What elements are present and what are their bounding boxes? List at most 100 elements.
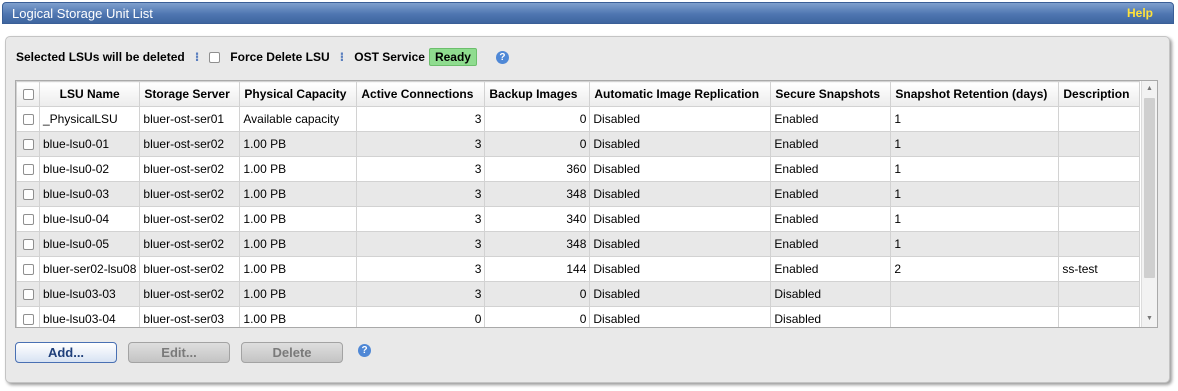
- secure-snapshots-cell: Enabled: [770, 256, 892, 282]
- help-link[interactable]: Help: [1127, 6, 1153, 20]
- snapshot-retention-cell: [890, 306, 1060, 327]
- select-all-header[interactable]: [16, 81, 40, 107]
- active-connections-cell: 3: [356, 281, 486, 307]
- table-row[interactable]: blue-lsu0-05 bluer-ost-ser02 1.00 PB 3 348 Di…: [16, 231, 1141, 257]
- table-row[interactable]: blue-lsu0-03 bluer-ost-ser02 1.00 PB 3 348 Di…: [16, 181, 1141, 207]
- secure-snapshots-cell: Enabled: [770, 231, 892, 257]
- triangle-up-icon[interactable]: ▲: [1142, 81, 1157, 97]
- storage-server-cell: bluer-ost-ser02: [139, 131, 241, 157]
- column-header-physical-capacity[interactable]: Physical Capacity: [239, 81, 358, 107]
- snapshot-retention-cell: [890, 281, 1060, 307]
- backup-images-cell: 360: [484, 156, 591, 182]
- question-mark-icon[interactable]: ?: [495, 50, 509, 64]
- description-cell: [1058, 206, 1141, 232]
- row-checkbox[interactable]: [22, 314, 34, 326]
- backup-images-cell: 0: [484, 106, 591, 132]
- column-header-lsu-name[interactable]: LSU Name: [38, 81, 141, 107]
- storage-server-cell: bluer-ost-ser02: [139, 256, 241, 282]
- triangle-down-icon[interactable]: ▼: [1142, 311, 1157, 327]
- row-select-cell[interactable]: [16, 281, 40, 307]
- select-all-checkbox[interactable]: [22, 89, 34, 101]
- secure-snapshots-cell: Disabled: [770, 281, 892, 307]
- row-checkbox[interactable]: [22, 189, 34, 201]
- column-header-secure-snapshots[interactable]: Secure Snapshots: [770, 81, 892, 107]
- column-header-storage-server[interactable]: Storage Server: [139, 81, 241, 107]
- physical-capacity-cell: 1.00 PB: [239, 156, 358, 182]
- column-header-active-connections[interactable]: Active Connections: [356, 81, 486, 107]
- physical-capacity-cell: Available capacity: [239, 106, 358, 132]
- description-cell: [1058, 231, 1141, 257]
- backup-images-cell: 348: [484, 231, 591, 257]
- row-checkbox[interactable]: [22, 214, 34, 226]
- storage-server-cell: bluer-ost-ser02: [139, 206, 241, 232]
- scrollbar-thumb[interactable]: [1144, 98, 1155, 278]
- column-header-description[interactable]: Description: [1058, 81, 1141, 107]
- physical-capacity-cell: 1.00 PB: [239, 306, 358, 327]
- backup-images-cell: 0: [484, 131, 591, 157]
- column-header-image-replication[interactable]: Automatic Image Replication: [589, 81, 772, 107]
- lsu-table: LSU Name Storage Server Physical Capacit…: [16, 81, 1141, 327]
- row-select-cell[interactable]: [16, 306, 40, 327]
- physical-capacity-cell: 1.00 PB: [239, 231, 358, 257]
- backup-images-cell: 144: [484, 256, 591, 282]
- backup-images-cell: 340: [484, 206, 591, 232]
- row-checkbox[interactable]: [22, 114, 34, 126]
- table-row[interactable]: blue-lsu0-04 bluer-ost-ser02 1.00 PB 3 340 Di…: [16, 206, 1141, 232]
- lsu-table-container: LSU Name Storage Server Physical Capacit…: [15, 80, 1158, 328]
- table-row[interactable]: blue-lsu03-04 bluer-ost-ser03 1.00 PB 0 0 Dis…: [16, 306, 1141, 327]
- storage-server-cell: bluer-ost-ser03: [139, 306, 241, 327]
- force-delete-label: Force Delete LSU: [230, 50, 330, 64]
- question-mark-icon[interactable]: ?: [358, 344, 371, 357]
- active-connections-cell: 3: [356, 106, 486, 132]
- edit-button[interactable]: Edit...: [128, 342, 230, 363]
- snapshot-retention-cell: 1: [890, 181, 1060, 207]
- lsu-name-cell: blue-lsu0-05: [38, 231, 141, 257]
- row-checkbox[interactable]: [22, 289, 34, 301]
- ost-service-label: OST Service: [354, 50, 425, 64]
- table-row[interactable]: blue-lsu0-02 bluer-ost-ser02 1.00 PB 3 360 Di…: [16, 156, 1141, 182]
- row-checkbox[interactable]: [22, 139, 34, 151]
- backup-images-cell: 0: [484, 281, 591, 307]
- separator-icon: ⁝: [194, 50, 199, 64]
- physical-capacity-cell: 1.00 PB: [239, 281, 358, 307]
- delete-button[interactable]: Delete: [241, 342, 343, 363]
- secure-snapshots-cell: Enabled: [770, 181, 892, 207]
- force-delete-checkbox[interactable]: [209, 51, 221, 63]
- image-replication-cell: Disabled: [589, 156, 772, 182]
- row-select-cell[interactable]: [16, 256, 40, 282]
- image-replication-cell: Disabled: [589, 281, 772, 307]
- backup-images-cell: 348: [484, 181, 591, 207]
- lsu-name-cell: blue-lsu0-01: [38, 131, 141, 157]
- snapshot-retention-cell: 1: [890, 231, 1060, 257]
- row-checkbox[interactable]: [22, 164, 34, 176]
- row-select-cell[interactable]: [16, 181, 40, 207]
- add-button[interactable]: Add...: [15, 342, 117, 363]
- image-replication-cell: Disabled: [589, 256, 772, 282]
- table-row[interactable]: blue-lsu0-01 bluer-ost-ser02 1.00 PB 3 0 Disa…: [16, 131, 1141, 157]
- row-select-cell[interactable]: [16, 106, 40, 132]
- table-row[interactable]: blue-lsu03-03 bluer-ost-ser02 1.00 PB 3 0 Dis…: [16, 281, 1141, 307]
- column-header-backup-images[interactable]: Backup Images: [484, 81, 591, 107]
- physical-capacity-cell: 1.00 PB: [239, 131, 358, 157]
- vertical-scrollbar[interactable]: ▲ ▼: [1141, 81, 1157, 327]
- image-replication-cell: Disabled: [589, 181, 772, 207]
- lsu-name-cell: blue-lsu0-03: [38, 181, 141, 207]
- secure-snapshots-cell: Enabled: [770, 106, 892, 132]
- row-select-cell[interactable]: [16, 206, 40, 232]
- table-row[interactable]: bluer-ser02-lsu08 bluer-ost-ser02 1.00 PB 3…: [16, 256, 1141, 282]
- row-checkbox[interactable]: [22, 264, 34, 276]
- active-connections-cell: 3: [356, 156, 486, 182]
- row-select-cell[interactable]: [16, 156, 40, 182]
- image-replication-cell: Disabled: [589, 131, 772, 157]
- table-row[interactable]: _PhysicalLSU bluer-ost-ser01 Available cap…: [16, 106, 1141, 132]
- image-replication-cell: Disabled: [589, 231, 772, 257]
- active-connections-cell: 3: [356, 256, 486, 282]
- row-select-cell[interactable]: [16, 131, 40, 157]
- backup-images-cell: 0: [484, 306, 591, 327]
- secure-snapshots-cell: Enabled: [770, 206, 892, 232]
- row-checkbox[interactable]: [22, 239, 34, 251]
- selected-lsus-note: Selected LSUs will be deleted: [16, 50, 185, 64]
- snapshot-retention-cell: 1: [890, 106, 1060, 132]
- column-header-snapshot-retention[interactable]: Snapshot Retention (days): [890, 81, 1060, 107]
- row-select-cell[interactable]: [16, 231, 40, 257]
